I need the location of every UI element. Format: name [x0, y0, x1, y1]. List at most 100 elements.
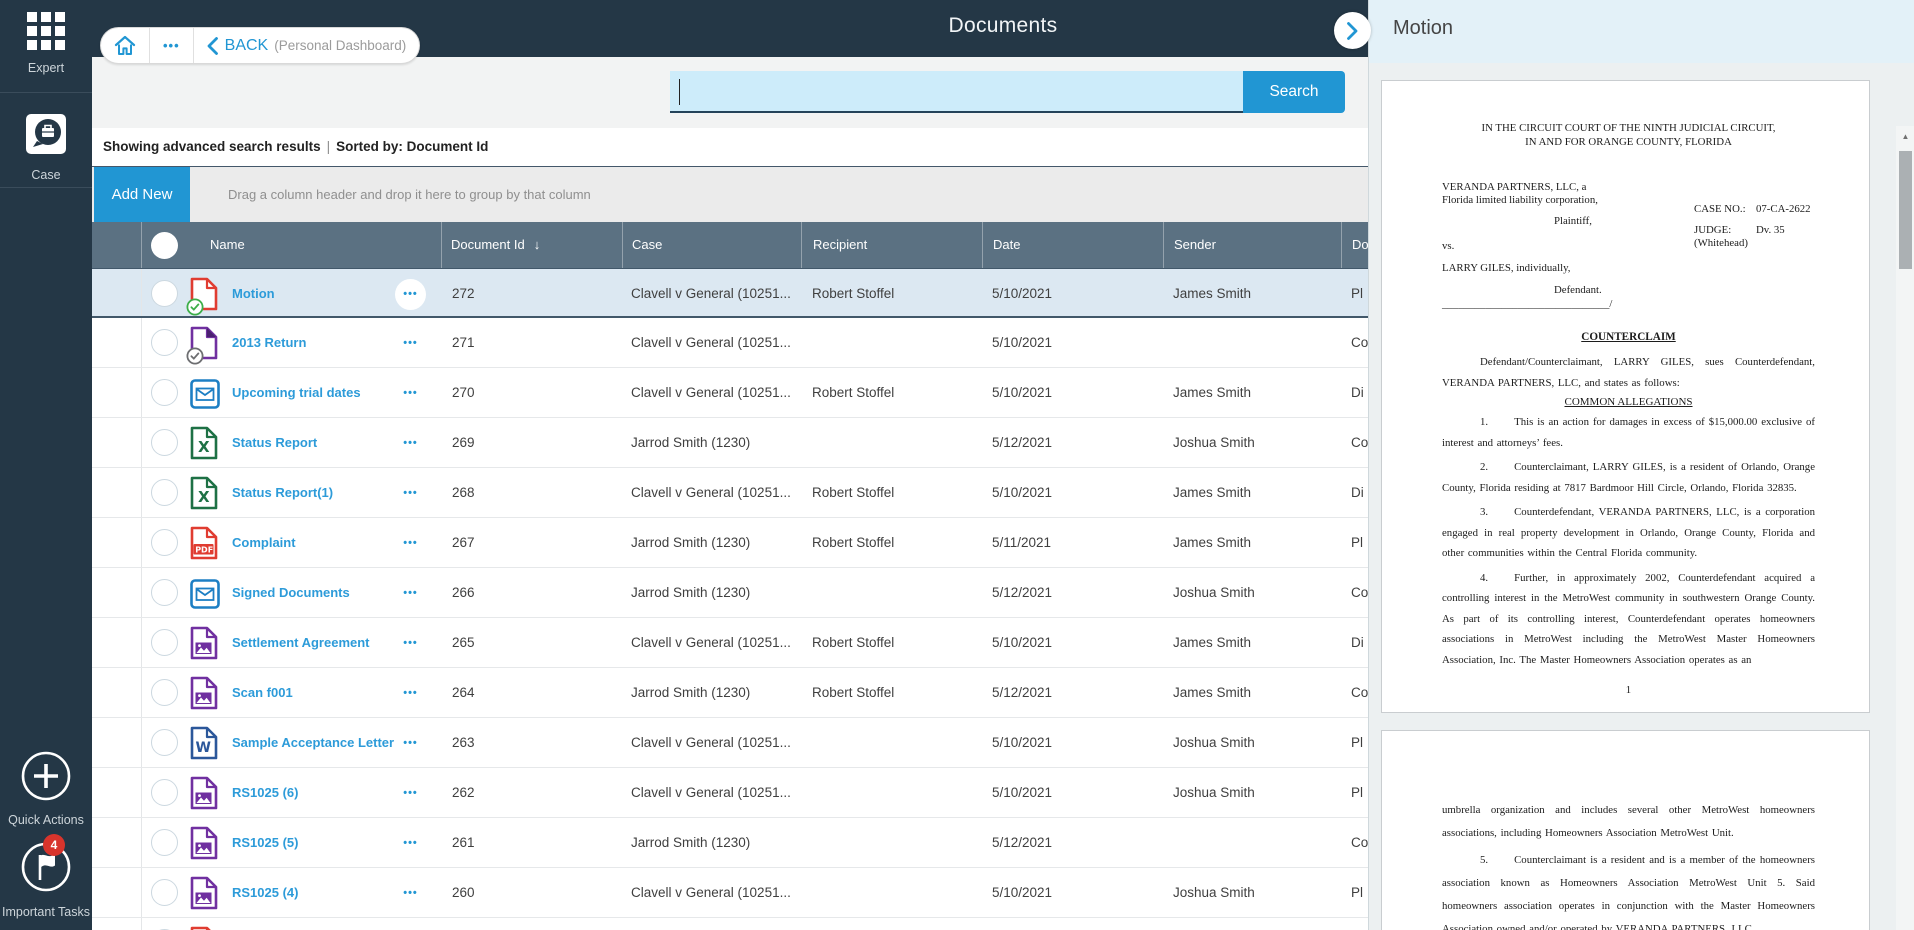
row-checkbox[interactable] [151, 529, 178, 556]
table-row[interactable]: PDF [92, 918, 1368, 930]
row-checkbox[interactable] [151, 729, 178, 756]
back-button[interactable]: BACK (Personal Dashboard) [194, 28, 420, 63]
scrollbar-thumb[interactable] [1899, 151, 1912, 269]
table-row[interactable]: Scan f001 ••• 264 Jarrod Smith (1230) Ro… [92, 668, 1368, 718]
table-row[interactable]: Signed Documents ••• 266 Jarrod Smith (1… [92, 568, 1368, 618]
ellipsis-icon: ••• [403, 837, 418, 849]
row-actions-button[interactable]: ••• [395, 778, 426, 809]
row-actions-button[interactable]: ••• [395, 628, 426, 659]
row-checkbox[interactable] [151, 679, 178, 706]
preview-scrollbar[interactable]: ▲ ▼ [1896, 126, 1914, 930]
sidebar-item-case[interactable]: Case [0, 111, 92, 182]
table-row[interactable]: U X Status Report ••• 269 Jarrod Smith (… [92, 418, 1368, 468]
panel-collapse-button[interactable] [1334, 12, 1371, 49]
results-status-bar: Showing advanced search results|Sorted b… [92, 128, 1368, 167]
document-name-link[interactable]: RS1025 (5) [232, 818, 394, 868]
row-actions-button[interactable]: ••• [395, 279, 426, 310]
date-cell: 5/10/2021 [992, 718, 1164, 768]
preview-document-title: Motion [1393, 17, 1453, 40]
column-header-sender[interactable]: Sender [1163, 222, 1341, 268]
document-name-link[interactable]: Motion [232, 269, 394, 319]
table-row[interactable]: U PDF Complaint ••• 267 Jarrod Smith (12… [92, 518, 1368, 568]
column-label: Date [993, 237, 1020, 252]
sender-cell: Joshua Smith [1173, 418, 1343, 468]
row-actions-button[interactable]: ••• [395, 578, 426, 609]
document-title-heading: COUNTERCLAIM [1442, 331, 1815, 343]
search-input[interactable] [670, 71, 1243, 113]
table-row[interactable]: RS1025 (6) ••• 262 Clavell v General (10… [92, 768, 1368, 818]
document-name-link[interactable]: Upcoming trial dates [232, 368, 394, 418]
row-checkbox[interactable] [151, 379, 178, 406]
document-name-link[interactable]: RS1025 (6) [232, 768, 394, 818]
row-checkbox[interactable] [151, 779, 178, 806]
flag-circle-icon: 4 [19, 840, 73, 894]
row-checkbox[interactable] [151, 879, 178, 906]
plus-circle-icon [20, 750, 72, 802]
select-all-checkbox[interactable] [151, 232, 178, 259]
column-header-doc-type[interactable]: Do [1341, 222, 1368, 268]
sidebar-item-quick-actions[interactable]: Quick Actions [0, 750, 92, 827]
table-row[interactable]: X Status Report(1) ••• 268 Clavell v Gen… [92, 468, 1368, 518]
table-row[interactable]: RS1025 (5) ••• 261 Jarrod Smith (1230) 5… [92, 818, 1368, 868]
column-header-document-id[interactable]: Document Id↓ [441, 222, 622, 268]
ellipsis-icon: ••• [403, 337, 418, 349]
caption-rule: _______________________________/ [1442, 298, 1815, 311]
sidebar-item-expert[interactable]: Expert [0, 12, 92, 75]
row-checkbox[interactable] [151, 579, 178, 606]
document-name-link[interactable]: Complaint [232, 518, 394, 568]
table-row[interactable]: Upcoming trial dates ••• 270 Clavell v G… [92, 368, 1368, 418]
document-paragraph: umbrella organization and includes sever… [1442, 799, 1815, 845]
image-icon [190, 676, 220, 712]
row-checkbox[interactable] [151, 629, 178, 656]
table-row[interactable]: W Sample Acceptance Letter ••• 263 Clave… [92, 718, 1368, 768]
row-checkbox[interactable] [151, 329, 178, 356]
sender-cell: James Smith [1173, 668, 1343, 718]
column-header-date[interactable]: Date [982, 222, 1163, 268]
document-name-link[interactable]: Signed Documents [232, 568, 394, 618]
row-checkbox[interactable] [151, 479, 178, 506]
document-id-cell: 269 [452, 418, 622, 468]
preview-viewer[interactable]: IN THE CIRCUIT COURT OF THE NINTH JUDICI… [1369, 63, 1914, 930]
row-checkbox[interactable] [151, 280, 178, 307]
document-name-link[interactable]: 2013 Return [232, 318, 394, 368]
doc-type-cell: Pl [1351, 518, 1368, 568]
row-actions-button[interactable]: ••• [395, 378, 426, 409]
document-name-link[interactable]: Sample Acceptance Letter [232, 718, 394, 768]
column-header-recipient[interactable]: Recipient [801, 222, 982, 268]
document-name-link[interactable]: RS1025 (4) [232, 868, 394, 918]
row-actions-button[interactable]: ••• [395, 878, 426, 909]
document-name-link[interactable]: Scan f001 [232, 668, 394, 718]
table-row[interactable]: Settlement Agreement ••• 265 Clavell v G… [92, 618, 1368, 668]
row-actions-button[interactable]: ••• [395, 728, 426, 759]
search-button[interactable]: Search [1243, 71, 1345, 113]
row-actions-button[interactable]: ••• [395, 478, 426, 509]
table-row[interactable]: U Motion ••• 272 Clavell v General (1025… [92, 268, 1368, 318]
document-name-link[interactable]: Settlement Agreement [232, 618, 394, 668]
row-actions-button[interactable]: ••• [395, 528, 426, 559]
home-icon [114, 35, 136, 56]
excel-icon: X [190, 476, 220, 512]
column-header-case[interactable]: Case [622, 222, 801, 268]
row-checkbox[interactable] [151, 829, 178, 856]
row-actions-button[interactable]: ••• [395, 828, 426, 859]
row-actions-button[interactable]: ••• [395, 428, 426, 459]
row-actions-button[interactable]: ••• [395, 678, 426, 709]
home-button[interactable] [101, 28, 149, 63]
date-cell: 5/11/2021 [992, 518, 1164, 568]
document-name-link[interactable]: Status Report [232, 418, 394, 468]
recipient-cell: Robert Stoffel [812, 468, 984, 518]
row-checkbox[interactable] [151, 429, 178, 456]
add-new-button[interactable]: Add New [94, 167, 190, 222]
more-menu-button[interactable]: ••• [150, 28, 193, 63]
row-actions-button[interactable]: ••• [395, 328, 426, 359]
document-name-link[interactable]: Status Report(1) [232, 468, 394, 518]
sidebar-item-important-tasks[interactable]: 4 Important Tasks [0, 840, 92, 919]
search-bar: Search [92, 57, 1368, 128]
back-label: BACK [225, 37, 269, 55]
column-header-name[interactable]: Name [141, 222, 441, 268]
case-cell: Clavell v General (10251... [631, 718, 806, 768]
table-row[interactable]: 2013 Return ••• 271 Clavell v General (1… [92, 318, 1368, 368]
svg-text:X: X [198, 488, 210, 506]
table-row[interactable]: RS1025 (4) ••• 260 Clavell v General (10… [92, 868, 1368, 918]
scroll-up-icon[interactable]: ▲ [1896, 128, 1914, 146]
